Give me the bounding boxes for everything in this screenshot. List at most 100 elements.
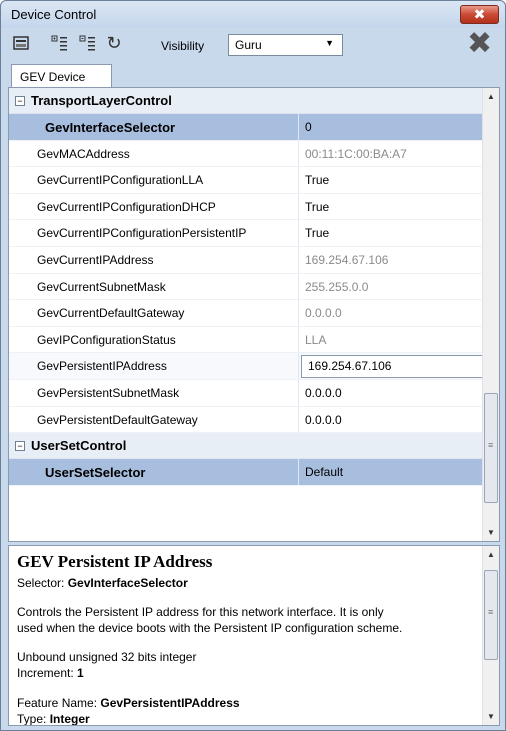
description-type: Unbound unsigned 32 bits integer (17, 650, 197, 664)
grid-rows: − TransportLayerControl GevInterfaceSele… (9, 88, 483, 486)
selector-value: GevInterfaceSelector (67, 576, 188, 590)
grid-scrollbar[interactable]: ▲ ≡ ▼ (482, 88, 499, 541)
window-title: Device Control (11, 7, 97, 22)
table-row[interactable]: GevPersistentIPAddress 169.254.67.106 (9, 353, 483, 380)
table-row[interactable]: GevCurrentIPConfigurationDHCP True (9, 193, 483, 221)
column-divider (298, 326, 299, 353)
expand-all-icon[interactable] (50, 34, 70, 54)
description-increment: Increment: 1 (17, 666, 84, 680)
table-row[interactable]: GevPersistentSubnetMask 0.0.0.0 (9, 379, 483, 407)
persistent-ip-input[interactable]: 169.254.67.106 (301, 355, 483, 379)
description-body-line2: used when the device boots with the Pers… (17, 621, 403, 635)
collapse-toggle-icon[interactable]: − (15, 96, 25, 106)
scroll-down-icon[interactable]: ▼ (487, 528, 495, 537)
property-name: GevPersistentSubnetMask (37, 385, 180, 400)
description-selector: Selector: GevInterfaceSelector (17, 576, 188, 590)
property-name: GevMACAddress (37, 146, 130, 161)
grip-icon: ≡ (488, 440, 494, 450)
collapse-all-icon[interactable] (78, 34, 98, 54)
property-value: 255.255.0.0 (305, 279, 369, 294)
property-value[interactable]: 0.0.0.0 (305, 413, 342, 427)
property-name: GevIPConfigurationStatus (37, 332, 176, 347)
description-title: GEV Persistent IP Address (17, 552, 213, 571)
scroll-up-icon[interactable]: ▲ (487, 92, 495, 101)
property-value[interactable]: 0 (305, 120, 312, 134)
table-row[interactable]: GevCurrentIPConfigurationLLA True (9, 167, 483, 194)
type-value: Integer (49, 712, 90, 726)
column-divider (298, 273, 299, 300)
selector-label: Selector: (17, 576, 65, 590)
type-label: Type: (17, 712, 47, 726)
table-row[interactable]: UserSetSelector Default (9, 459, 483, 486)
delete-x-icon[interactable]: ✖ (467, 29, 495, 59)
property-value: 169.254.67.106 (305, 252, 389, 267)
property-value[interactable]: True (305, 200, 329, 214)
increment-label: Increment: (17, 666, 74, 680)
device-control-window: Device Control ✖ ↻ Visibility Guru ▼ ✖ G… (0, 0, 506, 731)
visibility-value: Guru (235, 38, 262, 52)
column-divider (298, 140, 299, 167)
property-value[interactable]: Default (305, 465, 343, 479)
table-row[interactable]: GevCurrentSubnetMask 255.255.0.0 (9, 273, 483, 301)
property-name: GevCurrentSubnetMask (37, 279, 166, 294)
description-feature: Feature Name: GevPersistentIPAddress (17, 696, 240, 710)
description-type-line: Type: Integer (17, 712, 90, 726)
close-button[interactable]: ✖ (460, 5, 499, 24)
table-row[interactable]: GevCurrentIPAddress 169.254.67.106 (9, 246, 483, 274)
refresh-icon[interactable]: ↻ (104, 34, 124, 54)
column-divider (298, 379, 299, 406)
increment-value: 1 (77, 666, 84, 680)
column-divider (298, 406, 299, 433)
grip-icon: ≡ (488, 607, 494, 617)
property-value: 00:11:1C:00:BA:A7 (305, 146, 407, 161)
table-row[interactable]: GevMACAddress 00:11:1C:00:BA:A7 (9, 140, 483, 168)
property-grid: − TransportLayerControl GevInterfaceSele… (8, 87, 500, 542)
column-divider (298, 246, 299, 273)
chevron-down-icon: ▼ (325, 38, 334, 48)
property-name: GevPersistentIPAddress (37, 359, 167, 374)
property-name: GevCurrentDefaultGateway (37, 306, 185, 321)
tab-gev-device[interactable]: GEV Device (11, 64, 112, 88)
scroll-down-icon[interactable]: ▼ (487, 712, 495, 721)
column-divider (298, 220, 299, 246)
column-divider (298, 114, 299, 140)
feature-label: Feature Name: (17, 696, 98, 710)
column-divider (298, 459, 299, 485)
property-value[interactable]: True (305, 173, 329, 187)
property-value: LLA (305, 332, 327, 347)
property-name: GevCurrentIPConfigurationDHCP (37, 199, 216, 214)
property-name: GevPersistentDefaultGateway (37, 412, 198, 427)
property-name: GevInterfaceSelector (45, 120, 176, 135)
title-bar[interactable]: Device Control ✖ (1, 1, 505, 28)
property-name: UserSetSelector (45, 465, 146, 481)
description-body-line1: Controls the Persistent IP address for t… (17, 605, 384, 619)
property-value: 0.0.0.0 (305, 306, 342, 321)
scroll-thumb[interactable]: ≡ (484, 570, 498, 660)
category-label: TransportLayerControl (31, 93, 172, 108)
collapse-toggle-icon[interactable]: − (15, 441, 25, 452)
scroll-up-icon[interactable]: ▲ (487, 550, 495, 559)
scroll-thumb[interactable]: ≡ (484, 393, 498, 503)
table-row[interactable]: GevCurrentIPConfigurationPersistentIP Tr… (9, 220, 483, 247)
property-value[interactable]: True (305, 226, 329, 240)
category-label: UserSetControl (31, 438, 127, 454)
column-divider (298, 167, 299, 193)
description-panel: GEV Persistent IP Address Selector: GevI… (8, 545, 500, 726)
visibility-select[interactable]: Guru ▼ (228, 34, 343, 56)
column-divider (298, 353, 299, 379)
description-scrollbar[interactable]: ▲ ≡ ▼ (482, 546, 499, 725)
table-row[interactable]: GevInterfaceSelector 0 (9, 114, 483, 141)
column-divider (298, 193, 299, 220)
table-row[interactable]: GevIPConfigurationStatus LLA (9, 326, 483, 354)
column-divider (298, 300, 299, 326)
panel-icon[interactable] (11, 34, 31, 54)
table-row[interactable]: GevPersistentDefaultGateway 0.0.0.0 (9, 406, 483, 434)
property-name: GevCurrentIPConfigurationPersistentIP (37, 226, 247, 241)
feature-value: GevPersistentIPAddress (100, 696, 240, 710)
category-transport-layer-control[interactable]: − TransportLayerControl (9, 88, 483, 114)
toolbar: ↻ Visibility Guru ▼ ✖ (1, 28, 505, 62)
property-value[interactable]: 0.0.0.0 (305, 386, 342, 400)
table-row[interactable]: GevCurrentDefaultGateway 0.0.0.0 (9, 300, 483, 327)
property-name: GevCurrentIPConfigurationLLA (37, 173, 204, 188)
category-user-set-control[interactable]: − UserSetControl (9, 433, 483, 460)
